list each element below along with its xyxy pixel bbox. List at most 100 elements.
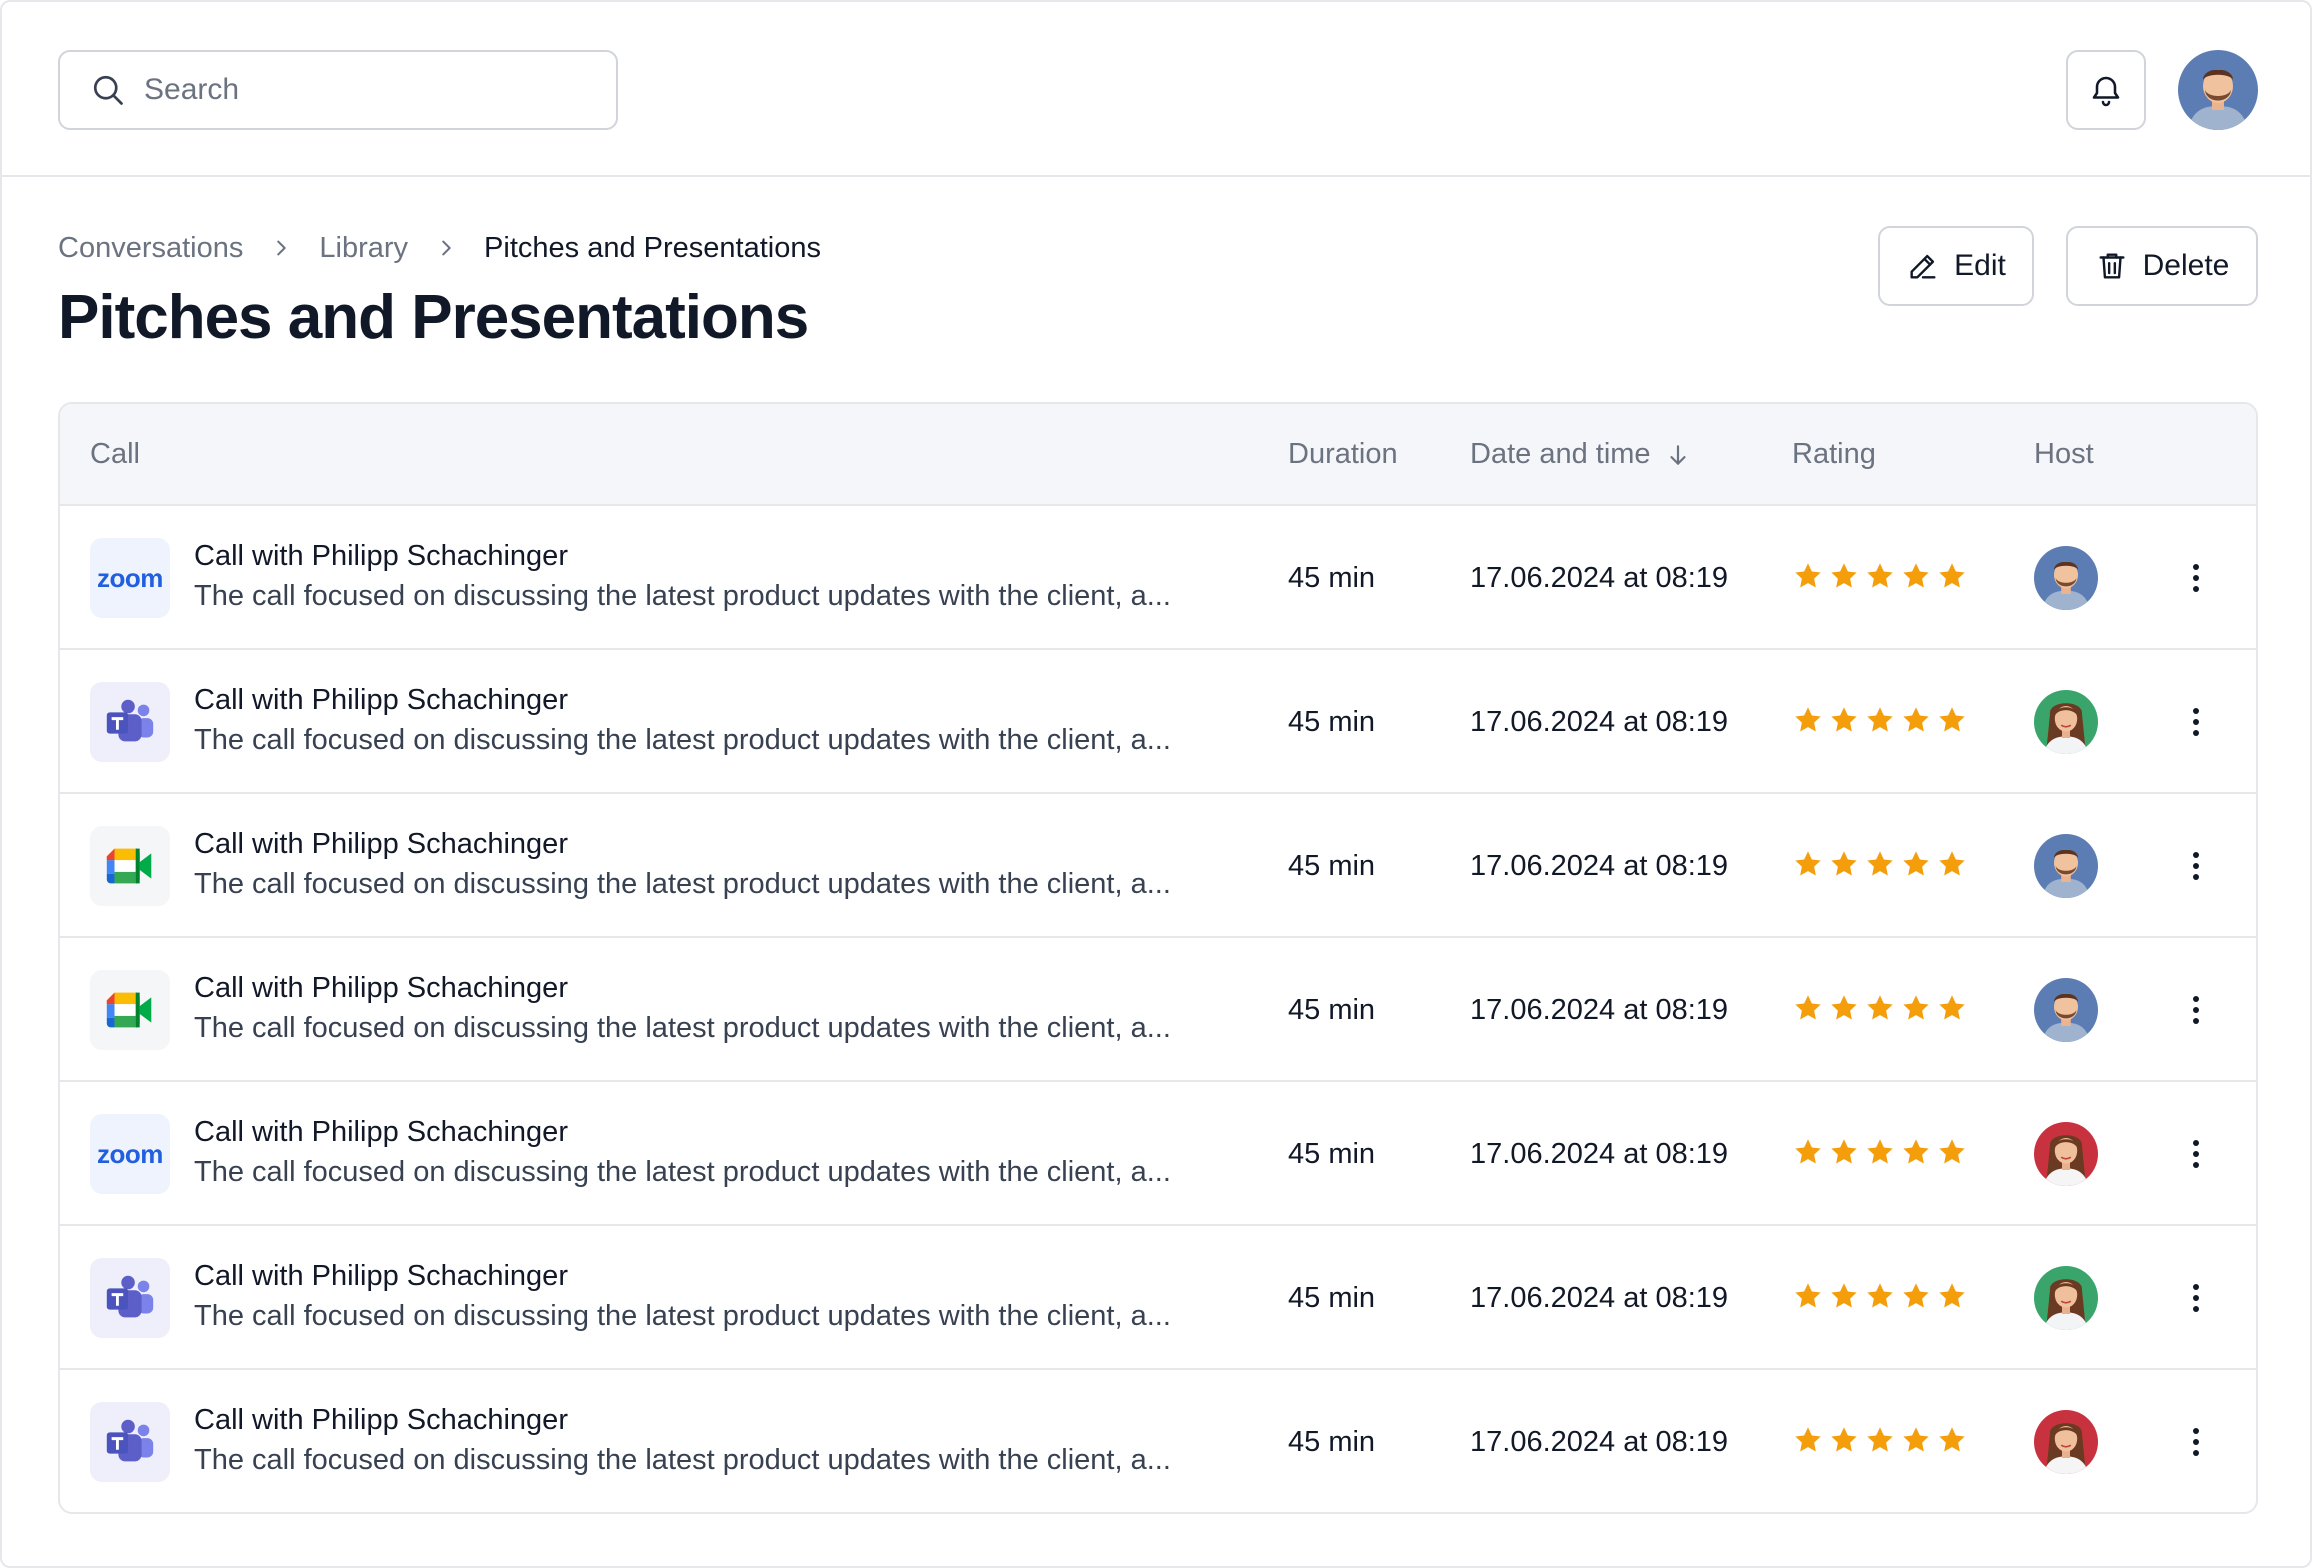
column-host: Host xyxy=(2034,438,2094,470)
star-icon xyxy=(1831,995,1857,1020)
star-icon xyxy=(1867,1139,1893,1164)
user-avatar[interactable] xyxy=(2178,50,2258,130)
star-icon xyxy=(1867,707,1893,732)
row-menu-button[interactable] xyxy=(2172,554,2220,602)
host-avatar[interactable] xyxy=(2034,1410,2098,1474)
column-date-label: Date and time xyxy=(1470,438,1651,470)
call-description: The call focused on discussing the lates… xyxy=(194,868,1171,900)
star-icon xyxy=(1867,1427,1893,1452)
breadcrumb: Conversations Library Pitches and Presen… xyxy=(58,228,821,268)
arrow-down-icon xyxy=(1669,444,1686,465)
edit-button[interactable]: Edit xyxy=(1878,226,2034,306)
call-duration: 45 min xyxy=(1288,706,1376,738)
trash-icon xyxy=(2099,253,2125,279)
zoom-icon: zoom xyxy=(90,538,170,618)
rating-stars xyxy=(1792,1136,1968,1168)
call-duration: 45 min xyxy=(1288,1138,1376,1170)
call-datetime: 17.06.2024 at 08:19 xyxy=(1470,1426,1729,1458)
app-window: Conversations Library Pitches and Presen… xyxy=(0,0,2312,1568)
table-row[interactable]: zoom Call with Philipp Schachinger The cal… xyxy=(60,506,2256,650)
search-icon xyxy=(93,75,123,105)
teams-icon xyxy=(90,1258,170,1338)
table-row[interactable]: Call with Philipp Schachinger The call fo… xyxy=(60,794,2256,938)
kebab-menu-icon xyxy=(2193,564,2199,592)
search-input[interactable] xyxy=(144,73,604,107)
call-title: Call with Philipp Schachinger xyxy=(194,540,568,572)
column-rating[interactable]: Rating xyxy=(1792,438,1876,471)
table-row[interactable]: Call with Philipp Schachinger The call fo… xyxy=(60,650,2256,794)
call-title: Call with Philipp Schachinger xyxy=(194,1116,568,1148)
star-icon xyxy=(1795,851,1821,876)
host-avatar[interactable] xyxy=(2034,690,2098,754)
row-menu-button[interactable] xyxy=(2172,1418,2220,1466)
table-header: Call Duration Date and time Rating Host xyxy=(60,404,2256,506)
star-icon xyxy=(1903,851,1929,876)
star-icon xyxy=(1831,563,1857,588)
star-icon xyxy=(1831,851,1857,876)
breadcrumb-library[interactable]: Library xyxy=(319,232,408,265)
call-duration: 45 min xyxy=(1288,562,1376,594)
search-box[interactable] xyxy=(58,50,618,130)
star-icon xyxy=(1867,995,1893,1020)
zoom-logo-text: zoom xyxy=(97,562,163,593)
call-description: The call focused on discussing the lates… xyxy=(194,724,1171,756)
star-icon xyxy=(1939,851,1965,876)
row-menu-button[interactable] xyxy=(2172,1274,2220,1322)
pencil-icon xyxy=(1910,254,1936,279)
kebab-menu-icon xyxy=(2193,996,2199,1024)
google-meet-icon xyxy=(90,826,170,906)
host-avatar[interactable] xyxy=(2034,546,2098,610)
calls-table: Call Duration Date and time Rating Host … xyxy=(58,402,2258,1514)
delete-button[interactable]: Delete xyxy=(2066,226,2258,306)
call-title: Call with Philipp Schachinger xyxy=(194,1404,568,1436)
zoom-icon: zoom xyxy=(90,1114,170,1194)
rating-stars xyxy=(1792,1280,1968,1312)
call-description: The call focused on discussing the lates… xyxy=(194,1444,1171,1476)
rating-stars xyxy=(1792,704,1968,736)
bell-icon xyxy=(2092,76,2120,107)
host-avatar[interactable] xyxy=(2034,978,2098,1042)
call-title: Call with Philipp Schachinger xyxy=(194,828,568,860)
column-duration[interactable]: Duration xyxy=(1288,438,1398,471)
row-menu-button[interactable] xyxy=(2172,1130,2220,1178)
top-bar xyxy=(2,2,2310,177)
row-menu-button[interactable] xyxy=(2172,842,2220,890)
teams-icon xyxy=(90,682,170,762)
delete-label: Delete xyxy=(2142,249,2230,282)
star-icon xyxy=(1903,707,1929,732)
row-menu-button[interactable] xyxy=(2172,986,2220,1034)
call-description: The call focused on discussing the lates… xyxy=(194,1300,1171,1332)
table-row[interactable]: zoom Call with Philipp Schachinger The cal… xyxy=(60,1082,2256,1226)
breadcrumb-conversations[interactable]: Conversations xyxy=(58,232,243,265)
rating-stars xyxy=(1792,992,1968,1024)
table-row[interactable]: Call with Philipp Schachinger The call fo… xyxy=(60,1370,2256,1512)
call-description: The call focused on discussing the lates… xyxy=(194,1012,1171,1044)
table-row[interactable]: Call with Philipp Schachinger The call fo… xyxy=(60,1226,2256,1370)
star-icon xyxy=(1795,563,1821,588)
star-icon xyxy=(1939,1427,1965,1452)
star-icon xyxy=(1903,1427,1929,1452)
notifications-button[interactable] xyxy=(2066,50,2146,130)
star-icon xyxy=(1867,851,1893,876)
star-icon xyxy=(1831,1427,1857,1452)
table-body: zoom Call with Philipp Schachinger The cal… xyxy=(60,506,2256,1512)
row-menu-button[interactable] xyxy=(2172,698,2220,746)
star-icon xyxy=(1795,1139,1821,1164)
kebab-menu-icon xyxy=(2193,1428,2199,1456)
host-avatar[interactable] xyxy=(2034,1122,2098,1186)
google-meet-icon xyxy=(90,970,170,1050)
column-date[interactable]: Date and time xyxy=(1470,438,1691,471)
rating-stars xyxy=(1792,848,1968,880)
call-description: The call focused on discussing the lates… xyxy=(194,1156,1171,1188)
call-duration: 45 min xyxy=(1288,850,1376,882)
host-avatar[interactable] xyxy=(2034,834,2098,898)
call-datetime: 17.06.2024 at 08:19 xyxy=(1470,706,1729,738)
star-icon xyxy=(1903,995,1929,1020)
star-icon xyxy=(1939,1139,1965,1164)
host-avatar[interactable] xyxy=(2034,1266,2098,1330)
call-description: The call focused on discussing the lates… xyxy=(194,580,1171,612)
star-icon xyxy=(1903,1139,1929,1164)
chevron-right-icon xyxy=(257,237,305,259)
table-row[interactable]: Call with Philipp Schachinger The call fo… xyxy=(60,938,2256,1082)
kebab-menu-icon xyxy=(2193,1140,2199,1168)
